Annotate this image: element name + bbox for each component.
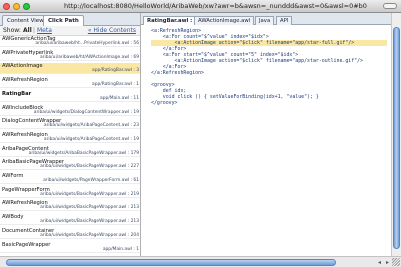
list-item[interactable]: AWPrivateHyperlink ariba/ui/aribaweb/ht/A… [0,50,140,61]
horizontal-scrollbar[interactable]: ◂ ▸ [0,256,401,267]
window-title: http://localhost:8080/HelloWorld/AribaWe… [64,2,367,10]
page-area: Content View Click Path Show: All | Meta… [0,13,401,256]
scroll-right-arrow-icon[interactable]: ▸ [386,259,389,266]
component-name[interactable]: AWRefreshRegion [2,132,48,138]
filter-bar: Show: All | Meta « Hide Contents [0,26,140,36]
component-name[interactable]: BasicPageWrapper [2,242,50,248]
list-item[interactable]: DialogContentWrapper ariba/ui/widgets/Ari… [0,118,140,130]
list-item[interactable]: RatingBar app/Main.awl : 11 [0,91,140,102]
tab-api[interactable]: API [276,16,293,25]
list-item[interactable]: AribaPageContent ariba/ui/widgets/AribaBa… [0,146,140,157]
list-item[interactable]: AribaBasicPageWrapper ariba/ui/widgets/Ba… [0,159,140,171]
component-source-path[interactable]: ariba/ui/widgets/PageWrapperForm.awl : 6… [43,178,139,183]
tab-ratingbar-awl[interactable]: RatingBar.awl : 3 [143,16,202,25]
tab-java[interactable]: Java [255,16,275,25]
component-source-path[interactable]: ariba/ui/aribaweb/ht/AWActionImage.awl :… [40,55,139,60]
minimize-window-button[interactable] [13,3,20,10]
component-source-path[interactable]: ariba/ui/widgets/AribaBasicPageWrapper.a… [29,151,139,156]
horizontal-scroll-thumb[interactable] [6,259,336,266]
show-label: Show: [3,27,21,34]
component-source-path[interactable]: ariba/ui/widgets/BasicPageWrapper.awl : … [40,219,139,224]
component-name[interactable]: AWForm [2,173,23,179]
filter-all-link[interactable]: All [23,27,32,34]
component-source-path[interactable]: app/RatingBar.awl : 3 [92,68,139,73]
toolbar-toggle-button[interactable] [383,3,397,9]
scroll-left-arrow-icon[interactable]: ◂ [378,259,381,266]
component-name[interactable]: AWRefreshRegion [2,77,48,83]
source-code-view: <a:RefreshRegion> <a:For count="$^value"… [151,28,387,128]
vertical-scrollbar[interactable] [391,13,401,256]
list-item[interactable]: AWRefreshRegion ariba/ui/widgets/BasicPag… [0,200,140,212]
component-name[interactable]: AWActionImage [2,63,43,69]
list-item[interactable]: AWGenericActionTag ariba/ui/aribaweb/ht..… [0,36,140,47]
list-item[interactable]: AWBody ariba/ui/widgets/BasicPageWrapper.… [0,214,140,226]
tab-actionimage-awl[interactable]: AWActionImage.awl [194,16,255,25]
component-source-path[interactable]: app/Main.awl : 11 [100,96,139,101]
code-line: </groovy> [151,100,178,106]
source-tab-bar: RatingBar.awl : 3 AWActionImage.awl Java… [141,13,391,25]
window-titlebar: http://localhost:8080/HelloWorld/AribaWe… [0,0,401,13]
component-source-path[interactable]: ariba/ui/widgets/BasicPageWrapper.awl : … [40,205,139,210]
list-item[interactable]: DocumentContainer ariba/ui/widgets/BasicP… [0,228,140,239]
list-item[interactable]: AWRefreshRegion app/RatingBar.awl : 1 [0,77,140,89]
component-source-path[interactable]: ariba/ui/aribaweb/ht...PrivateHyperlink.… [35,41,139,46]
component-source-path[interactable]: app/Main.awl : 1 [103,247,139,252]
component-path-list: AWGenericActionTag ariba/ui/aribaweb/ht..… [0,36,140,256]
list-item[interactable]: AWIncludeBlock ariba/ui/widgets/DialogCon… [0,105,140,116]
zoom-window-button[interactable] [23,3,30,10]
component-name[interactable]: RatingBar [2,91,31,97]
component-source-path[interactable]: ariba/ui/widgets/BasicPageWrapper.awl : … [40,233,139,238]
component-source-path[interactable]: app/RatingBar.awl : 1 [92,82,139,87]
list-item[interactable]: AWRefreshRegion ariba/ui/widgets/AribaPag… [0,132,140,143]
hide-contents-link[interactable]: « Hide Contents [88,27,136,34]
list-item[interactable]: AWActionImage app/RatingBar.awl : 3 [0,63,140,75]
filter-separator: | [33,27,36,34]
resize-grip-icon[interactable] [392,258,400,266]
filter-meta-link[interactable]: Meta [37,27,52,34]
inspector-tab-bar: Content View Click Path [0,13,140,27]
list-item[interactable]: PageWrapperForm ariba/ui/widgets/BasicPag… [0,187,140,198]
vertical-scroll-thumb[interactable] [393,27,400,249]
component-source-path[interactable]: ariba/ui/widgets/AribaPageContent.awl : … [44,123,139,128]
list-item[interactable]: BasicPageWrapper app/Main.awl : 1 [0,242,140,253]
close-window-button[interactable] [3,3,10,10]
component-source-path[interactable]: ariba/ui/widgets/AribaPageContent.awl : … [44,137,139,142]
source-viewer-panel: RatingBar.awl : 3 AWActionImage.awl Java… [141,13,391,256]
component-inspector-panel: Content View Click Path Show: All | Meta… [0,13,141,256]
list-item[interactable]: AWForm ariba/ui/widgets/PageWrapperForm.a… [0,173,140,184]
component-source-path[interactable]: ariba/ui/widgets/BasicPageWrapper.awl : … [40,192,139,197]
component-source-path[interactable]: ariba/ui/widgets/DialogContentWrapper.aw… [34,110,139,115]
component-source-path[interactable]: ariba/ui/widgets/BasicPageWrapper.awl : … [40,164,139,169]
tab-content-view[interactable]: Content View [2,15,49,26]
component-name[interactable]: AWBody [2,214,24,220]
